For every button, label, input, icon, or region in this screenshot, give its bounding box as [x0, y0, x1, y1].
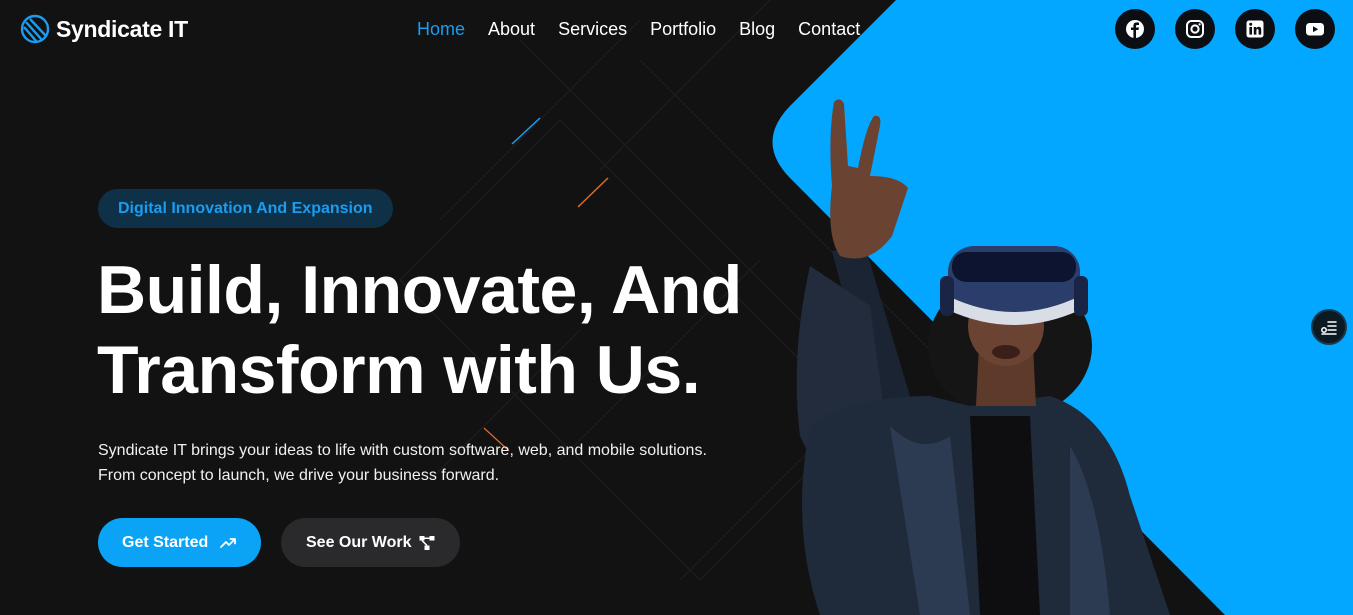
- description-line-1: Syndicate IT brings your ideas to life w…: [98, 442, 707, 459]
- nav-item-blog[interactable]: Blog: [739, 19, 775, 40]
- description-line-2: From concept to launch, we drive your bu…: [98, 467, 500, 484]
- hero-headline: Build, Innovate, And Transform with Us.: [97, 250, 797, 410]
- instagram-link[interactable]: [1175, 9, 1215, 49]
- logo-stripes-icon: [20, 14, 50, 44]
- youtube-icon: [1306, 23, 1324, 36]
- linkedin-link[interactable]: [1235, 9, 1275, 49]
- facebook-link[interactable]: [1115, 9, 1155, 49]
- list-settings-icon: [1321, 321, 1337, 335]
- instagram-icon: [1186, 20, 1204, 38]
- hero-description: Syndicate IT brings your ideas to life w…: [98, 438, 738, 488]
- see-our-work-label: See Our Work: [306, 533, 412, 551]
- facebook-icon: [1126, 20, 1144, 38]
- brand-logo[interactable]: Syndicate IT: [20, 14, 188, 44]
- social-links: [1115, 9, 1335, 49]
- get-started-button[interactable]: Get Started: [98, 518, 261, 567]
- nav-item-services[interactable]: Services: [558, 19, 627, 40]
- tagline-badge: Digital Innovation And Expansion: [98, 189, 393, 228]
- see-our-work-button[interactable]: See Our Work: [281, 518, 460, 567]
- headline-line-2: Transform with Us.: [97, 332, 701, 408]
- nav-item-home[interactable]: Home: [417, 19, 465, 40]
- trending-up-icon: [220, 538, 236, 548]
- main-nav: Home About Services Portfolio Blog Conta…: [417, 19, 860, 40]
- side-panel-toggle[interactable]: [1311, 309, 1347, 345]
- linkedin-icon: [1246, 20, 1264, 38]
- network-nodes-icon: [419, 536, 435, 550]
- brand-name: Syndicate IT: [56, 15, 188, 42]
- nav-item-about[interactable]: About: [488, 19, 535, 40]
- nav-item-portfolio[interactable]: Portfolio: [650, 19, 716, 40]
- hero-section: Syndicate IT Home About Services Portfol…: [0, 0, 1353, 615]
- vr-person-image: [796, 99, 1170, 615]
- nav-item-contact[interactable]: Contact: [798, 19, 860, 40]
- tagline-text: Digital Innovation And Expansion: [118, 199, 373, 217]
- headline-line-1: Build, Innovate, And: [97, 252, 742, 328]
- youtube-link[interactable]: [1295, 9, 1335, 49]
- get-started-label: Get Started: [122, 533, 209, 551]
